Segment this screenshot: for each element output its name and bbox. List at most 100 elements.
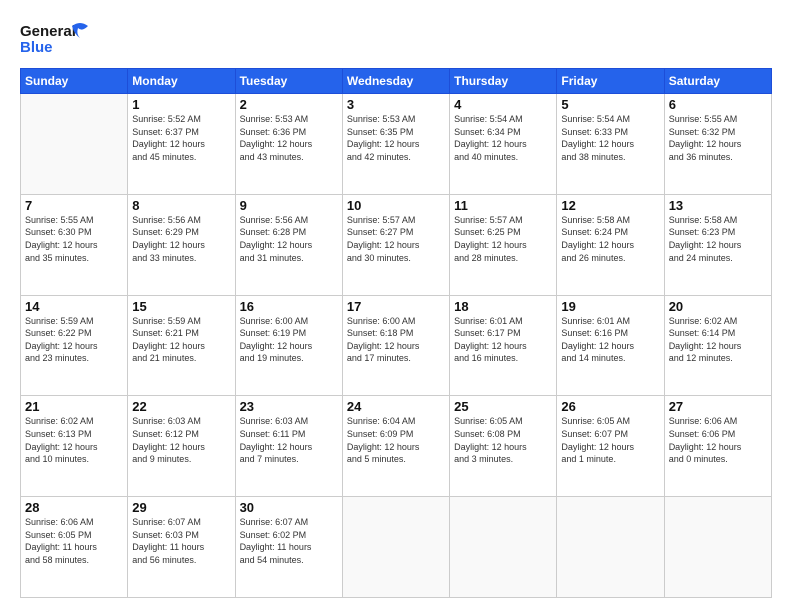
weekday-header-monday: Monday xyxy=(128,69,235,94)
calendar-cell: 18Sunrise: 6:01 AM Sunset: 6:17 PM Dayli… xyxy=(450,295,557,396)
calendar-cell: 4Sunrise: 5:54 AM Sunset: 6:34 PM Daylig… xyxy=(450,94,557,195)
day-info: Sunrise: 5:53 AM Sunset: 6:36 PM Dayligh… xyxy=(240,113,338,163)
day-info: Sunrise: 5:54 AM Sunset: 6:34 PM Dayligh… xyxy=(454,113,552,163)
calendar-cell: 8Sunrise: 5:56 AM Sunset: 6:29 PM Daylig… xyxy=(128,194,235,295)
day-number: 22 xyxy=(132,399,230,414)
calendar-cell: 9Sunrise: 5:56 AM Sunset: 6:28 PM Daylig… xyxy=(235,194,342,295)
day-number: 5 xyxy=(561,97,659,112)
day-number: 30 xyxy=(240,500,338,515)
calendar-table: SundayMondayTuesdayWednesdayThursdayFrid… xyxy=(20,68,772,598)
calendar-cell: 1Sunrise: 5:52 AM Sunset: 6:37 PM Daylig… xyxy=(128,94,235,195)
day-number: 18 xyxy=(454,299,552,314)
calendar-cell: 23Sunrise: 6:03 AM Sunset: 6:11 PM Dayli… xyxy=(235,396,342,497)
day-info: Sunrise: 6:07 AM Sunset: 6:03 PM Dayligh… xyxy=(132,516,230,566)
day-info: Sunrise: 5:57 AM Sunset: 6:27 PM Dayligh… xyxy=(347,214,445,264)
calendar-cell: 26Sunrise: 6:05 AM Sunset: 6:07 PM Dayli… xyxy=(557,396,664,497)
day-info: Sunrise: 6:06 AM Sunset: 6:05 PM Dayligh… xyxy=(25,516,123,566)
day-info: Sunrise: 6:02 AM Sunset: 6:13 PM Dayligh… xyxy=(25,415,123,465)
calendar-cell: 2Sunrise: 5:53 AM Sunset: 6:36 PM Daylig… xyxy=(235,94,342,195)
svg-text:Blue: Blue xyxy=(20,39,53,56)
day-info: Sunrise: 5:58 AM Sunset: 6:23 PM Dayligh… xyxy=(669,214,767,264)
calendar-cell xyxy=(557,497,664,598)
day-info: Sunrise: 5:56 AM Sunset: 6:28 PM Dayligh… xyxy=(240,214,338,264)
day-number: 14 xyxy=(25,299,123,314)
day-info: Sunrise: 6:03 AM Sunset: 6:12 PM Dayligh… xyxy=(132,415,230,465)
calendar-cell: 5Sunrise: 5:54 AM Sunset: 6:33 PM Daylig… xyxy=(557,94,664,195)
day-info: Sunrise: 6:00 AM Sunset: 6:19 PM Dayligh… xyxy=(240,315,338,365)
calendar-cell: 16Sunrise: 6:00 AM Sunset: 6:19 PM Dayli… xyxy=(235,295,342,396)
day-number: 9 xyxy=(240,198,338,213)
calendar-cell: 20Sunrise: 6:02 AM Sunset: 6:14 PM Dayli… xyxy=(664,295,771,396)
day-info: Sunrise: 6:00 AM Sunset: 6:18 PM Dayligh… xyxy=(347,315,445,365)
weekday-header-thursday: Thursday xyxy=(450,69,557,94)
day-number: 3 xyxy=(347,97,445,112)
day-info: Sunrise: 5:57 AM Sunset: 6:25 PM Dayligh… xyxy=(454,214,552,264)
calendar-week-5: 28Sunrise: 6:06 AM Sunset: 6:05 PM Dayli… xyxy=(21,497,772,598)
day-number: 27 xyxy=(669,399,767,414)
calendar-week-2: 7Sunrise: 5:55 AM Sunset: 6:30 PM Daylig… xyxy=(21,194,772,295)
day-number: 15 xyxy=(132,299,230,314)
day-number: 16 xyxy=(240,299,338,314)
day-info: Sunrise: 6:02 AM Sunset: 6:14 PM Dayligh… xyxy=(669,315,767,365)
calendar-cell: 10Sunrise: 5:57 AM Sunset: 6:27 PM Dayli… xyxy=(342,194,449,295)
calendar-cell: 11Sunrise: 5:57 AM Sunset: 6:25 PM Dayli… xyxy=(450,194,557,295)
day-info: Sunrise: 5:55 AM Sunset: 6:32 PM Dayligh… xyxy=(669,113,767,163)
calendar-cell: 30Sunrise: 6:07 AM Sunset: 6:02 PM Dayli… xyxy=(235,497,342,598)
day-number: 2 xyxy=(240,97,338,112)
day-number: 1 xyxy=(132,97,230,112)
page-header: GeneralBlue xyxy=(20,18,772,58)
calendar-cell: 13Sunrise: 5:58 AM Sunset: 6:23 PM Dayli… xyxy=(664,194,771,295)
calendar-week-1: 1Sunrise: 5:52 AM Sunset: 6:37 PM Daylig… xyxy=(21,94,772,195)
day-info: Sunrise: 5:59 AM Sunset: 6:22 PM Dayligh… xyxy=(25,315,123,365)
calendar-cell: 14Sunrise: 5:59 AM Sunset: 6:22 PM Dayli… xyxy=(21,295,128,396)
calendar-cell xyxy=(21,94,128,195)
day-number: 20 xyxy=(669,299,767,314)
day-info: Sunrise: 6:01 AM Sunset: 6:16 PM Dayligh… xyxy=(561,315,659,365)
logo: GeneralBlue xyxy=(20,18,90,58)
day-number: 21 xyxy=(25,399,123,414)
day-info: Sunrise: 6:05 AM Sunset: 6:08 PM Dayligh… xyxy=(454,415,552,465)
day-info: Sunrise: 5:58 AM Sunset: 6:24 PM Dayligh… xyxy=(561,214,659,264)
calendar-cell: 24Sunrise: 6:04 AM Sunset: 6:09 PM Dayli… xyxy=(342,396,449,497)
day-info: Sunrise: 5:59 AM Sunset: 6:21 PM Dayligh… xyxy=(132,315,230,365)
day-number: 24 xyxy=(347,399,445,414)
day-number: 19 xyxy=(561,299,659,314)
day-info: Sunrise: 6:06 AM Sunset: 6:06 PM Dayligh… xyxy=(669,415,767,465)
day-number: 25 xyxy=(454,399,552,414)
day-info: Sunrise: 6:07 AM Sunset: 6:02 PM Dayligh… xyxy=(240,516,338,566)
day-info: Sunrise: 5:56 AM Sunset: 6:29 PM Dayligh… xyxy=(132,214,230,264)
day-number: 28 xyxy=(25,500,123,515)
calendar-cell: 15Sunrise: 5:59 AM Sunset: 6:21 PM Dayli… xyxy=(128,295,235,396)
weekday-header-saturday: Saturday xyxy=(664,69,771,94)
day-number: 10 xyxy=(347,198,445,213)
calendar-cell: 25Sunrise: 6:05 AM Sunset: 6:08 PM Dayli… xyxy=(450,396,557,497)
calendar-cell: 17Sunrise: 6:00 AM Sunset: 6:18 PM Dayli… xyxy=(342,295,449,396)
calendar-cell: 29Sunrise: 6:07 AM Sunset: 6:03 PM Dayli… xyxy=(128,497,235,598)
svg-text:General: General xyxy=(20,23,76,40)
day-info: Sunrise: 6:01 AM Sunset: 6:17 PM Dayligh… xyxy=(454,315,552,365)
day-number: 17 xyxy=(347,299,445,314)
calendar-cell xyxy=(664,497,771,598)
day-info: Sunrise: 6:03 AM Sunset: 6:11 PM Dayligh… xyxy=(240,415,338,465)
logo-icon: GeneralBlue xyxy=(20,18,90,58)
weekday-header-sunday: Sunday xyxy=(21,69,128,94)
day-number: 11 xyxy=(454,198,552,213)
day-number: 6 xyxy=(669,97,767,112)
day-number: 29 xyxy=(132,500,230,515)
calendar-cell xyxy=(342,497,449,598)
day-info: Sunrise: 5:55 AM Sunset: 6:30 PM Dayligh… xyxy=(25,214,123,264)
day-info: Sunrise: 5:54 AM Sunset: 6:33 PM Dayligh… xyxy=(561,113,659,163)
weekday-header-tuesday: Tuesday xyxy=(235,69,342,94)
day-info: Sunrise: 5:53 AM Sunset: 6:35 PM Dayligh… xyxy=(347,113,445,163)
calendar-cell: 28Sunrise: 6:06 AM Sunset: 6:05 PM Dayli… xyxy=(21,497,128,598)
calendar-cell: 19Sunrise: 6:01 AM Sunset: 6:16 PM Dayli… xyxy=(557,295,664,396)
day-info: Sunrise: 6:05 AM Sunset: 6:07 PM Dayligh… xyxy=(561,415,659,465)
calendar-week-4: 21Sunrise: 6:02 AM Sunset: 6:13 PM Dayli… xyxy=(21,396,772,497)
calendar-cell xyxy=(450,497,557,598)
weekday-header-friday: Friday xyxy=(557,69,664,94)
day-number: 13 xyxy=(669,198,767,213)
calendar-cell: 3Sunrise: 5:53 AM Sunset: 6:35 PM Daylig… xyxy=(342,94,449,195)
calendar-cell: 22Sunrise: 6:03 AM Sunset: 6:12 PM Dayli… xyxy=(128,396,235,497)
calendar-cell: 12Sunrise: 5:58 AM Sunset: 6:24 PM Dayli… xyxy=(557,194,664,295)
calendar-cell: 21Sunrise: 6:02 AM Sunset: 6:13 PM Dayli… xyxy=(21,396,128,497)
